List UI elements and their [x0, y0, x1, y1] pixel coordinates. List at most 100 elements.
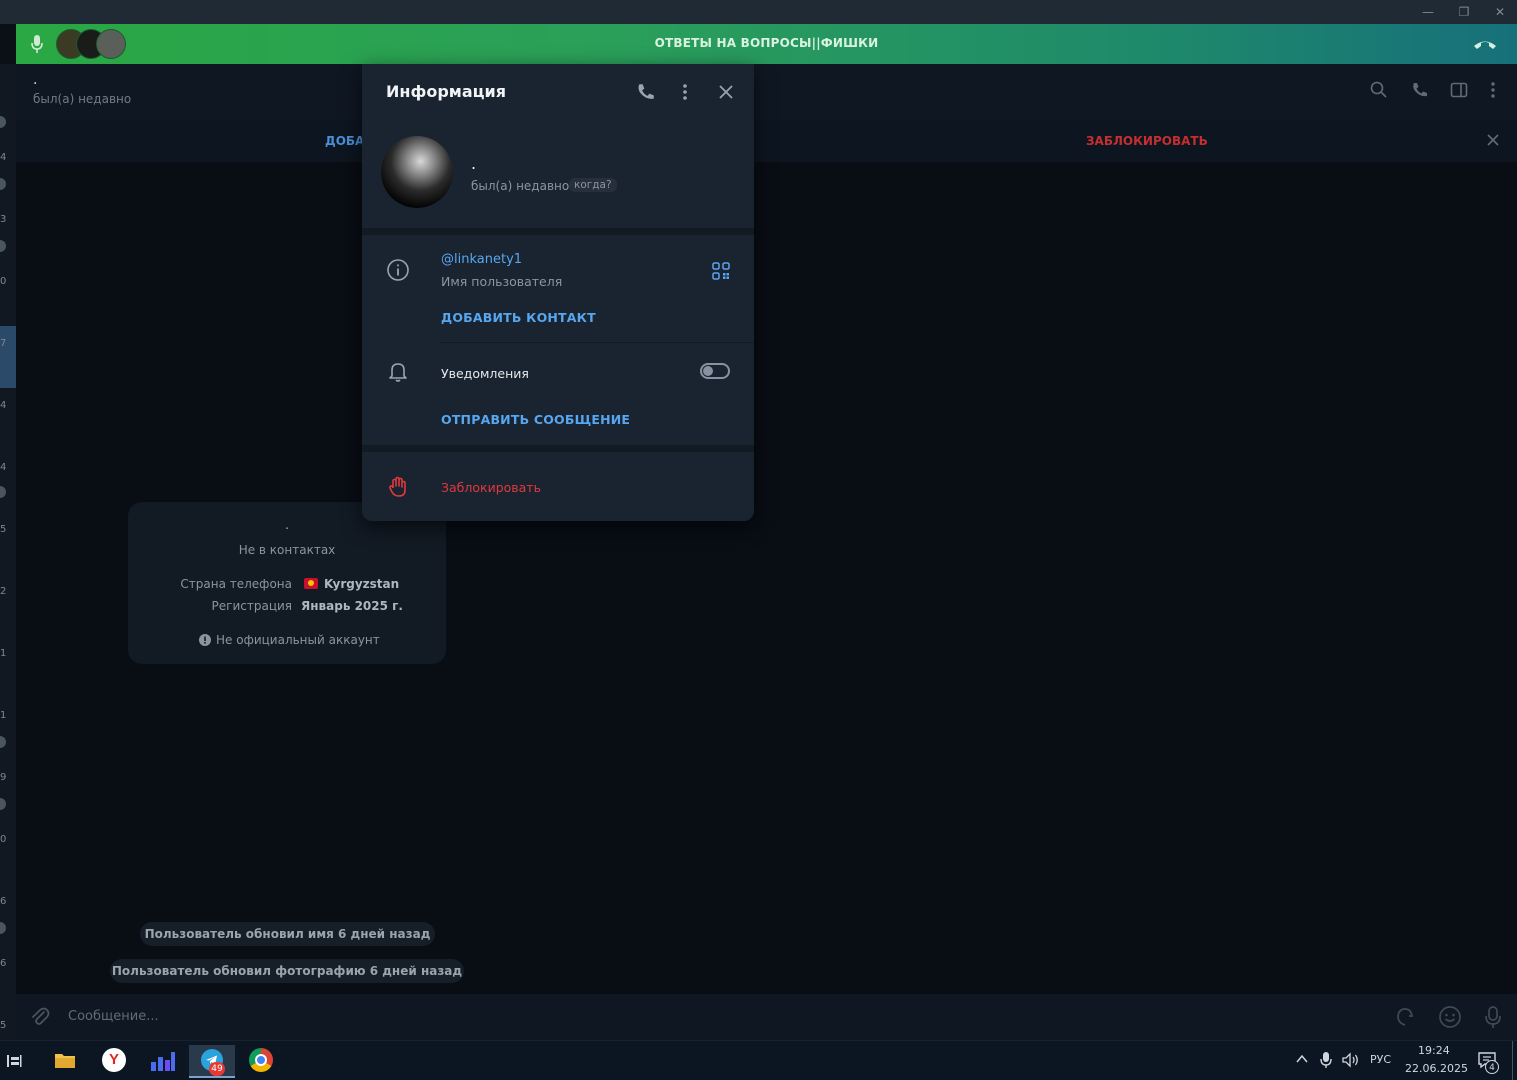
notifications-label: Уведомления	[441, 366, 529, 381]
chat-time: 1	[0, 710, 7, 721]
block-user-button[interactable]: Заблокировать	[441, 480, 541, 495]
call-icon[interactable]	[636, 82, 656, 102]
attach-icon[interactable]	[30, 1006, 50, 1028]
more-vertical-icon[interactable]	[680, 82, 690, 102]
service-message: Пользователь обновил имя 6 дней назад	[140, 922, 435, 946]
chat-time: 1	[0, 648, 7, 659]
username-link[interactable]: @linkanety1	[441, 252, 522, 267]
more-vertical-icon[interactable]	[1488, 81, 1498, 99]
stats-app[interactable]	[140, 1045, 186, 1076]
chat-time: 3	[0, 214, 7, 225]
unread-dot	[0, 736, 6, 748]
phone-country-label: Страна телефона	[180, 577, 292, 591]
bell-icon	[389, 363, 407, 382]
chat-time: 4	[0, 400, 7, 411]
send-message-button[interactable]: ОТПРАВИТЬ СООБЩЕНИЕ	[441, 412, 630, 427]
clock-date[interactable]: 22.06.2025	[1405, 1062, 1468, 1075]
input-language-indicator[interactable]: РУС	[1370, 1053, 1391, 1066]
search-icon[interactable]	[1370, 81, 1388, 99]
windows-taskbar: Y 49 РУС 19:24 22.06.2025 4	[0, 1040, 1517, 1080]
chrome-app[interactable]	[238, 1045, 284, 1076]
chat-time: 6	[0, 958, 7, 969]
unread-dot	[0, 922, 6, 934]
message-composer: Сообщение...	[16, 994, 1517, 1040]
chat-time: 2	[0, 586, 7, 597]
close-icon[interactable]	[718, 84, 734, 100]
emoji-icon[interactable]	[1438, 1005, 1462, 1029]
contact-action-bar: ДОБА ЗАБЛОКИРОВАТЬ	[16, 120, 1517, 162]
selected-chat-marker	[0, 326, 16, 388]
notification-count-badge: 4	[1485, 1060, 1499, 1074]
phone-country-value: Kyrgyzstan	[324, 577, 400, 591]
voice-record-icon[interactable]	[1484, 1005, 1502, 1029]
unread-dot	[0, 178, 6, 190]
add-contact-button[interactable]: ДОБА	[325, 134, 364, 148]
yandex-icon: Y	[102, 1048, 126, 1072]
username-caption: Имя пользователя	[441, 274, 563, 289]
unread-dot	[0, 240, 6, 252]
unread-dot	[0, 798, 6, 810]
chat-time: 0	[0, 834, 7, 845]
file-explorer-app[interactable]	[42, 1045, 88, 1076]
close-icon[interactable]	[1486, 133, 1500, 147]
alert-circle-icon	[199, 634, 211, 646]
task-view-icon[interactable]	[6, 1053, 22, 1069]
qr-code-icon[interactable]	[712, 262, 730, 280]
unread-dot	[0, 486, 6, 498]
chat-time: 5	[0, 1020, 7, 1031]
unread-badge: 49	[209, 1062, 225, 1076]
chat-header[interactable]: . был(а) недавно	[16, 64, 1517, 120]
chat-time: 4	[0, 152, 7, 163]
voice-chat-bar[interactable]: ОТВЕТЫ НА ВОПРОСЫ||ФИШКИ	[16, 24, 1517, 64]
row-divider	[440, 342, 754, 343]
profile-status: был(а) недавно	[471, 179, 570, 193]
hang-up-icon[interactable]	[1472, 37, 1498, 51]
panel-title: Информация	[386, 82, 506, 101]
clock-time[interactable]: 19:24	[1418, 1044, 1450, 1057]
show-desktop-button[interactable]	[1512, 1041, 1513, 1080]
chat-time: 4	[0, 462, 7, 473]
profile-name: .	[471, 154, 477, 173]
telegram-app[interactable]: 49	[189, 1045, 235, 1078]
microphone-tray-icon[interactable]	[1320, 1051, 1332, 1069]
service-message: Пользователь обновил фотографию 6 дней н…	[110, 959, 464, 983]
window-titlebar: — ❐ ✕	[0, 0, 1517, 24]
unread-dot	[0, 116, 6, 128]
chat-time: 6	[0, 896, 7, 907]
user-info-panel: Информация . был(а) недавно когда? @link…	[362, 64, 754, 521]
info-icon	[387, 259, 409, 281]
voice-chat-title[interactable]: ОТВЕТЫ НА ВОПРОСЫ||ФИШКИ	[16, 36, 1517, 50]
close-window-button[interactable]: ✕	[1486, 3, 1514, 21]
profile-avatar[interactable]	[381, 136, 453, 208]
not-in-contacts-label: Не в контактах	[238, 543, 336, 557]
chevron-up-icon[interactable]	[1296, 1054, 1308, 1064]
chat-time: 9	[0, 772, 7, 783]
notifications-toggle[interactable]	[700, 363, 730, 379]
block-user-button[interactable]: ЗАБЛОКИРОВАТЬ	[1086, 134, 1208, 148]
bot-commands-icon[interactable]	[1394, 1006, 1416, 1028]
phone-icon[interactable]	[1411, 81, 1429, 99]
registration-value: Январь 2025 г.	[301, 599, 403, 613]
bar-chart-app-icon	[151, 1052, 175, 1071]
section-divider	[362, 445, 754, 452]
sidebar-toggle-icon[interactable]	[1450, 81, 1468, 99]
chat-time: 7	[0, 338, 7, 349]
hand-stop-icon	[389, 476, 406, 497]
folder-icon	[55, 1054, 75, 1068]
chrome-icon	[249, 1048, 273, 1072]
chat-status: был(а) недавно	[33, 92, 132, 106]
unofficial-account-label: Не официальный аккаунт	[216, 633, 380, 647]
yandex-browser-app[interactable]: Y	[91, 1045, 137, 1076]
chat-time: 0	[0, 276, 7, 287]
registration-label: Регистрация	[211, 599, 292, 613]
add-contact-button[interactable]: ДОБАВИТЬ КОНТАКТ	[441, 310, 596, 325]
chat-name: .	[33, 72, 38, 88]
chat-list-edge: 4 3 0 7 4 4 5 2 1 1 9 0 6 6 5	[0, 64, 16, 1040]
volume-icon[interactable]	[1342, 1052, 1360, 1068]
chat-time: 5	[0, 524, 7, 535]
minimize-button[interactable]: —	[1414, 3, 1442, 21]
restore-button[interactable]: ❐	[1450, 3, 1478, 21]
section-divider	[362, 228, 754, 235]
message-input[interactable]: Сообщение...	[68, 1009, 159, 1024]
when-button[interactable]: когда?	[569, 178, 617, 192]
